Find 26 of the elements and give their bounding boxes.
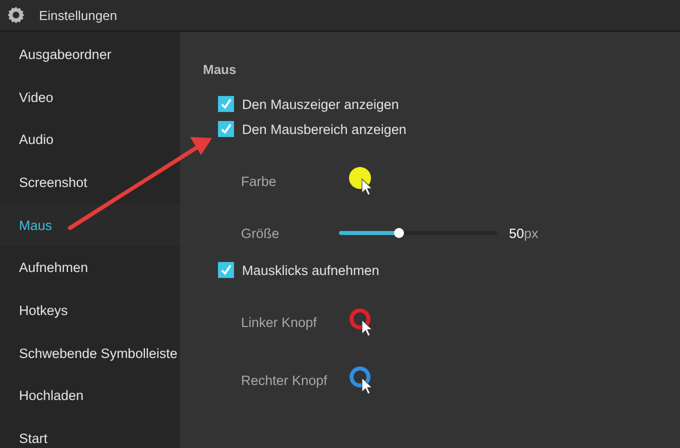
checkbox-label: Mausklicks aufnehmen: [242, 262, 380, 278]
slider-unit: px: [524, 226, 538, 240]
setting-label: Farbe: [241, 174, 278, 188]
sidebar-item[interactable]: Screenshot: [0, 161, 180, 204]
sidebar-item[interactable]: Hotkeys: [0, 289, 180, 332]
settings-icon: [7, 6, 25, 24]
setting-label: Größe: [241, 226, 280, 240]
sidebar-item[interactable]: Schwebende Symbolleiste: [0, 332, 180, 374]
checkbox-label: Den Mausbereich anzeigen: [242, 122, 406, 136]
sidebar-item[interactable]: Start: [0, 417, 180, 448]
sidebar-item[interactable]: Maus: [0, 204, 180, 246]
checkbox[interactable]: [218, 96, 234, 112]
sidebar-item[interactable]: Ausgabeordner: [0, 33, 180, 76]
slider-value: 50: [509, 226, 524, 240]
window-title: Einstellungen: [39, 8, 118, 22]
setting-label: Rechter Knopf: [241, 372, 328, 388]
size-slider[interactable]: [339, 231, 497, 235]
checkbox[interactable]: [218, 121, 234, 137]
section-heading: Maus: [203, 61, 236, 79]
checkbox[interactable]: [218, 262, 234, 278]
sidebar-item[interactable]: Audio: [0, 118, 180, 162]
sidebar-item[interactable]: Hochladen: [0, 374, 180, 418]
sidebar-item[interactable]: Video: [0, 76, 180, 118]
setting-label: Linker Knopf: [241, 314, 318, 330]
checkbox-label: Den Mauszeiger anzeigen: [242, 96, 399, 112]
sidebar-item[interactable]: Aufnehmen: [0, 246, 180, 290]
